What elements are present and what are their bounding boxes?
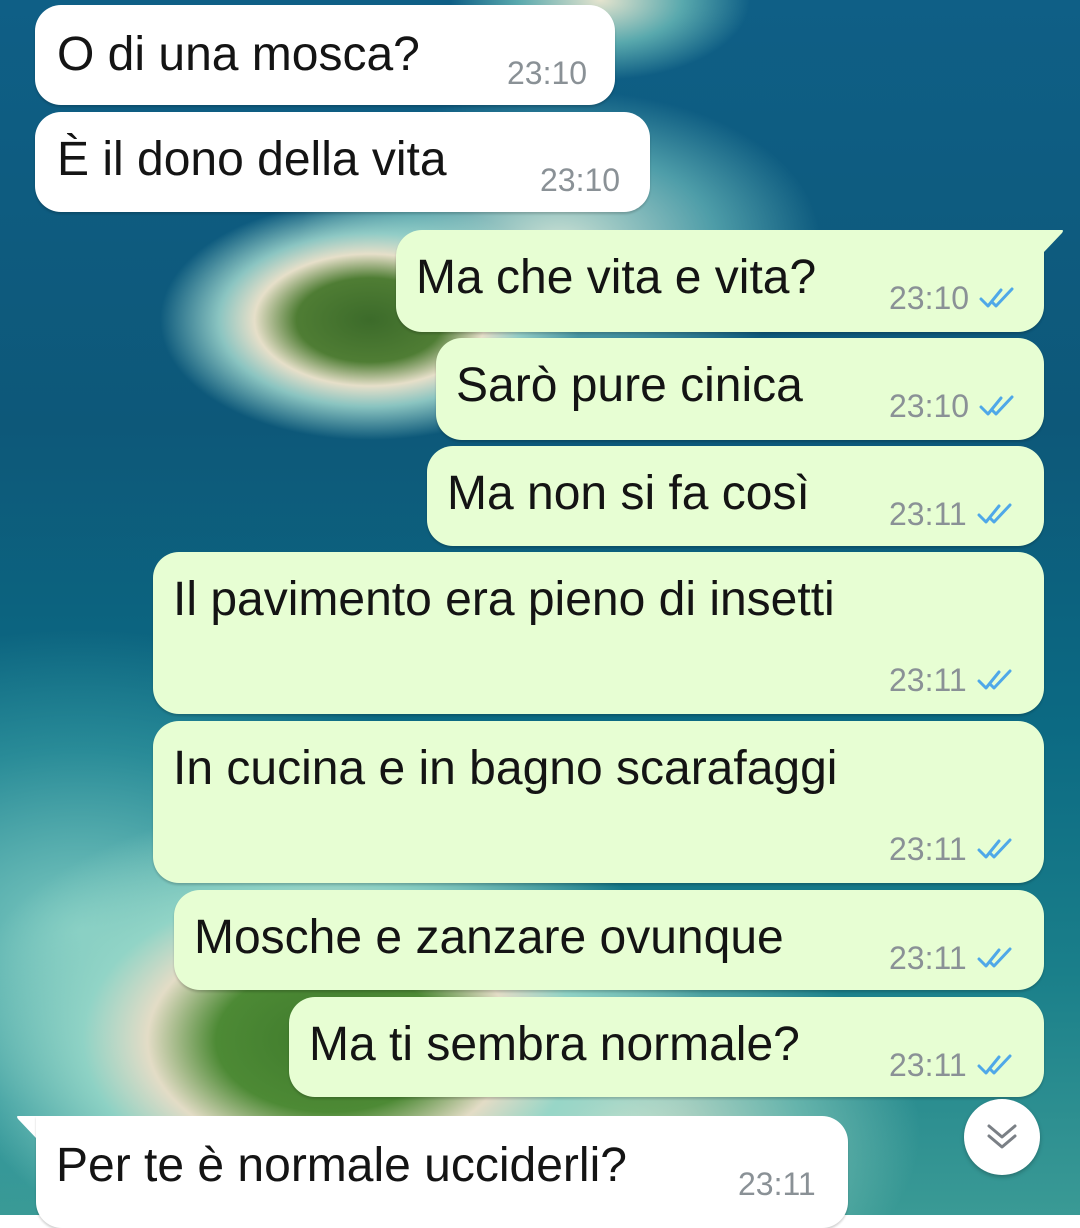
double-check-icon	[979, 395, 1014, 416]
message-bubble-outgoing[interactable]: Ma ti sembra normale? 23:11	[289, 997, 1044, 1097]
message-time: 23:11	[889, 940, 1015, 976]
message-text: È il dono della vita	[57, 133, 447, 186]
double-check-icon	[977, 669, 1012, 690]
message-text: O di una mosca?	[57, 28, 420, 81]
message-time: 23:10	[889, 280, 1017, 316]
double-check-icon	[977, 503, 1012, 524]
message-bubble-outgoing[interactable]: Ma non si fa così 23:11	[427, 446, 1044, 546]
timestamp: 23:11	[889, 940, 967, 976]
timestamp: 23:10	[540, 162, 621, 198]
timestamp: 23:10	[889, 388, 970, 424]
timestamp: 23:11	[889, 831, 967, 867]
message-text: Ma non si fa così	[447, 467, 810, 520]
timestamp: 23:10	[889, 280, 970, 316]
timestamp: 23:11	[889, 496, 967, 532]
message-text: Ma che vita e vita?	[416, 251, 817, 304]
message-list[interactable]: O di una mosca? 23:10 È il dono della vi…	[0, 0, 1080, 1228]
message-bubble-outgoing[interactable]: Sarò pure cinica 23:10	[436, 338, 1044, 440]
message-time: 23:11	[889, 1047, 1015, 1083]
message-bubble-outgoing[interactable]: Ma che vita e vita? 23:10	[396, 230, 1044, 332]
message-time: 23:11	[889, 831, 1015, 867]
message-time: 23:10	[889, 388, 1017, 424]
double-check-icon	[977, 838, 1012, 859]
message-bubble-incoming[interactable]: Per te è normale ucciderli? 23:11	[36, 1116, 848, 1228]
message-bubble-incoming[interactable]: È il dono della vita 23:10	[35, 112, 650, 212]
timestamp: 23:11	[889, 1047, 967, 1083]
message-bubble-outgoing[interactable]: Mosche e zanzare ovunque 23:11	[174, 890, 1044, 990]
timestamp: 23:10	[507, 55, 588, 91]
message-time: 23:10	[507, 55, 587, 91]
message-bubble-outgoing[interactable]: Il pavimento era pieno di insetti 23:11	[153, 552, 1044, 714]
message-text: Mosche e zanzare ovunque	[194, 911, 784, 964]
timestamp: 23:11	[889, 662, 967, 698]
message-text: Per te è normale ucciderli?	[56, 1139, 627, 1192]
message-bubble-incoming[interactable]: O di una mosca? 23:10	[35, 5, 615, 105]
double-check-icon	[977, 947, 1012, 968]
message-time: 23:11	[889, 662, 1015, 698]
message-text: Ma ti sembra normale?	[309, 1018, 800, 1071]
message-time: 23:10	[540, 162, 620, 198]
double-check-icon	[979, 287, 1014, 308]
double-check-icon	[977, 1054, 1012, 1075]
timestamp: 23:11	[738, 1166, 816, 1202]
scroll-to-bottom-button[interactable]	[964, 1099, 1040, 1175]
message-time: 23:11	[889, 496, 1015, 532]
bubble-tail	[1040, 230, 1063, 252]
message-bubble-outgoing[interactable]: In cucina e in bagno scarafaggi 23:11	[153, 721, 1044, 883]
message-text: In cucina e in bagno scarafaggi	[173, 742, 838, 795]
message-text: Sarò pure cinica	[456, 359, 803, 412]
chevron-double-down-icon	[987, 1124, 1017, 1149]
message-time: 23:11	[738, 1166, 816, 1202]
message-text: Il pavimento era pieno di insetti	[173, 573, 835, 626]
